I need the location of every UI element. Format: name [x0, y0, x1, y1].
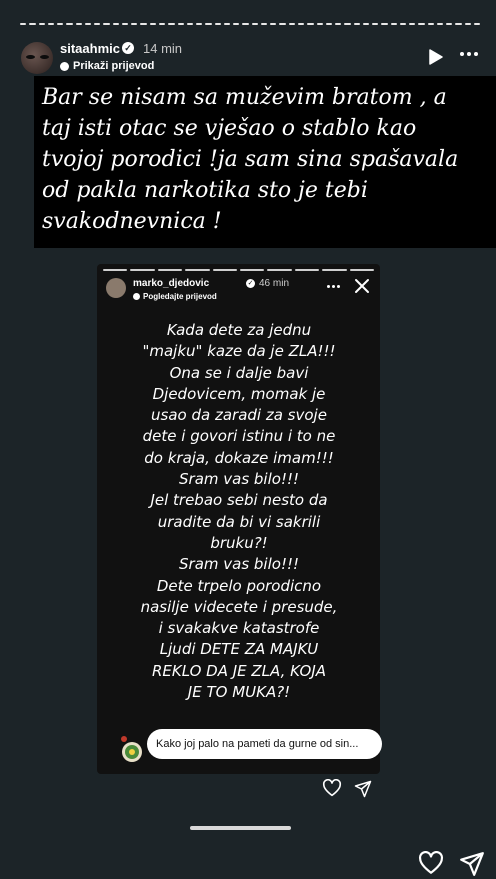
- shared-heart-icon: [322, 779, 342, 797]
- shared-username: marko_djedovic: [133, 278, 210, 289]
- reply-avatar: [121, 736, 142, 762]
- shared-verified-icon: ✓: [246, 279, 255, 288]
- like-icon[interactable]: [418, 851, 444, 875]
- translate-label: Prikaži prijevod: [73, 60, 155, 72]
- translate-button[interactable]: Prikaži prijevod: [60, 60, 154, 72]
- story-text-overlay: Bar se nisam sa muževim bratom , a taj i…: [34, 76, 496, 248]
- shared-close-icon: [355, 279, 369, 293]
- story-progress-bar: [20, 23, 481, 25]
- story-text: Bar se nisam sa muževim bratom , a taj i…: [42, 85, 459, 234]
- reply-comment: Kako joj palo na pameti da gurne od sin.…: [147, 729, 382, 759]
- shared-story-progress: [103, 269, 375, 271]
- shared-story-screenshot: marko_djedovic ✓ 46 min Pogledajte prije…: [97, 264, 380, 774]
- username[interactable]: sitaahmic: [60, 41, 120, 56]
- play-icon[interactable]: [429, 49, 443, 65]
- shared-translate-label: Pogledajte prijevod: [133, 292, 217, 301]
- verified-icon: ✓: [122, 42, 134, 54]
- shared-more-icon: [327, 285, 340, 288]
- shared-avatar: [106, 278, 126, 298]
- share-icon[interactable]: [459, 851, 485, 877]
- avatar[interactable]: [21, 42, 53, 74]
- timestamp: 14 min: [143, 41, 183, 56]
- shared-send-icon: [354, 780, 372, 798]
- shared-story-text: Kada dete za jednu "majku" kaze da je ZL…: [140, 321, 338, 702]
- shared-timestamp: 46 min: [259, 278, 290, 289]
- more-options-icon[interactable]: [460, 52, 478, 56]
- globe-icon: [60, 61, 69, 71]
- shared-globe-icon: [133, 293, 140, 300]
- home-indicator: [190, 826, 291, 830]
